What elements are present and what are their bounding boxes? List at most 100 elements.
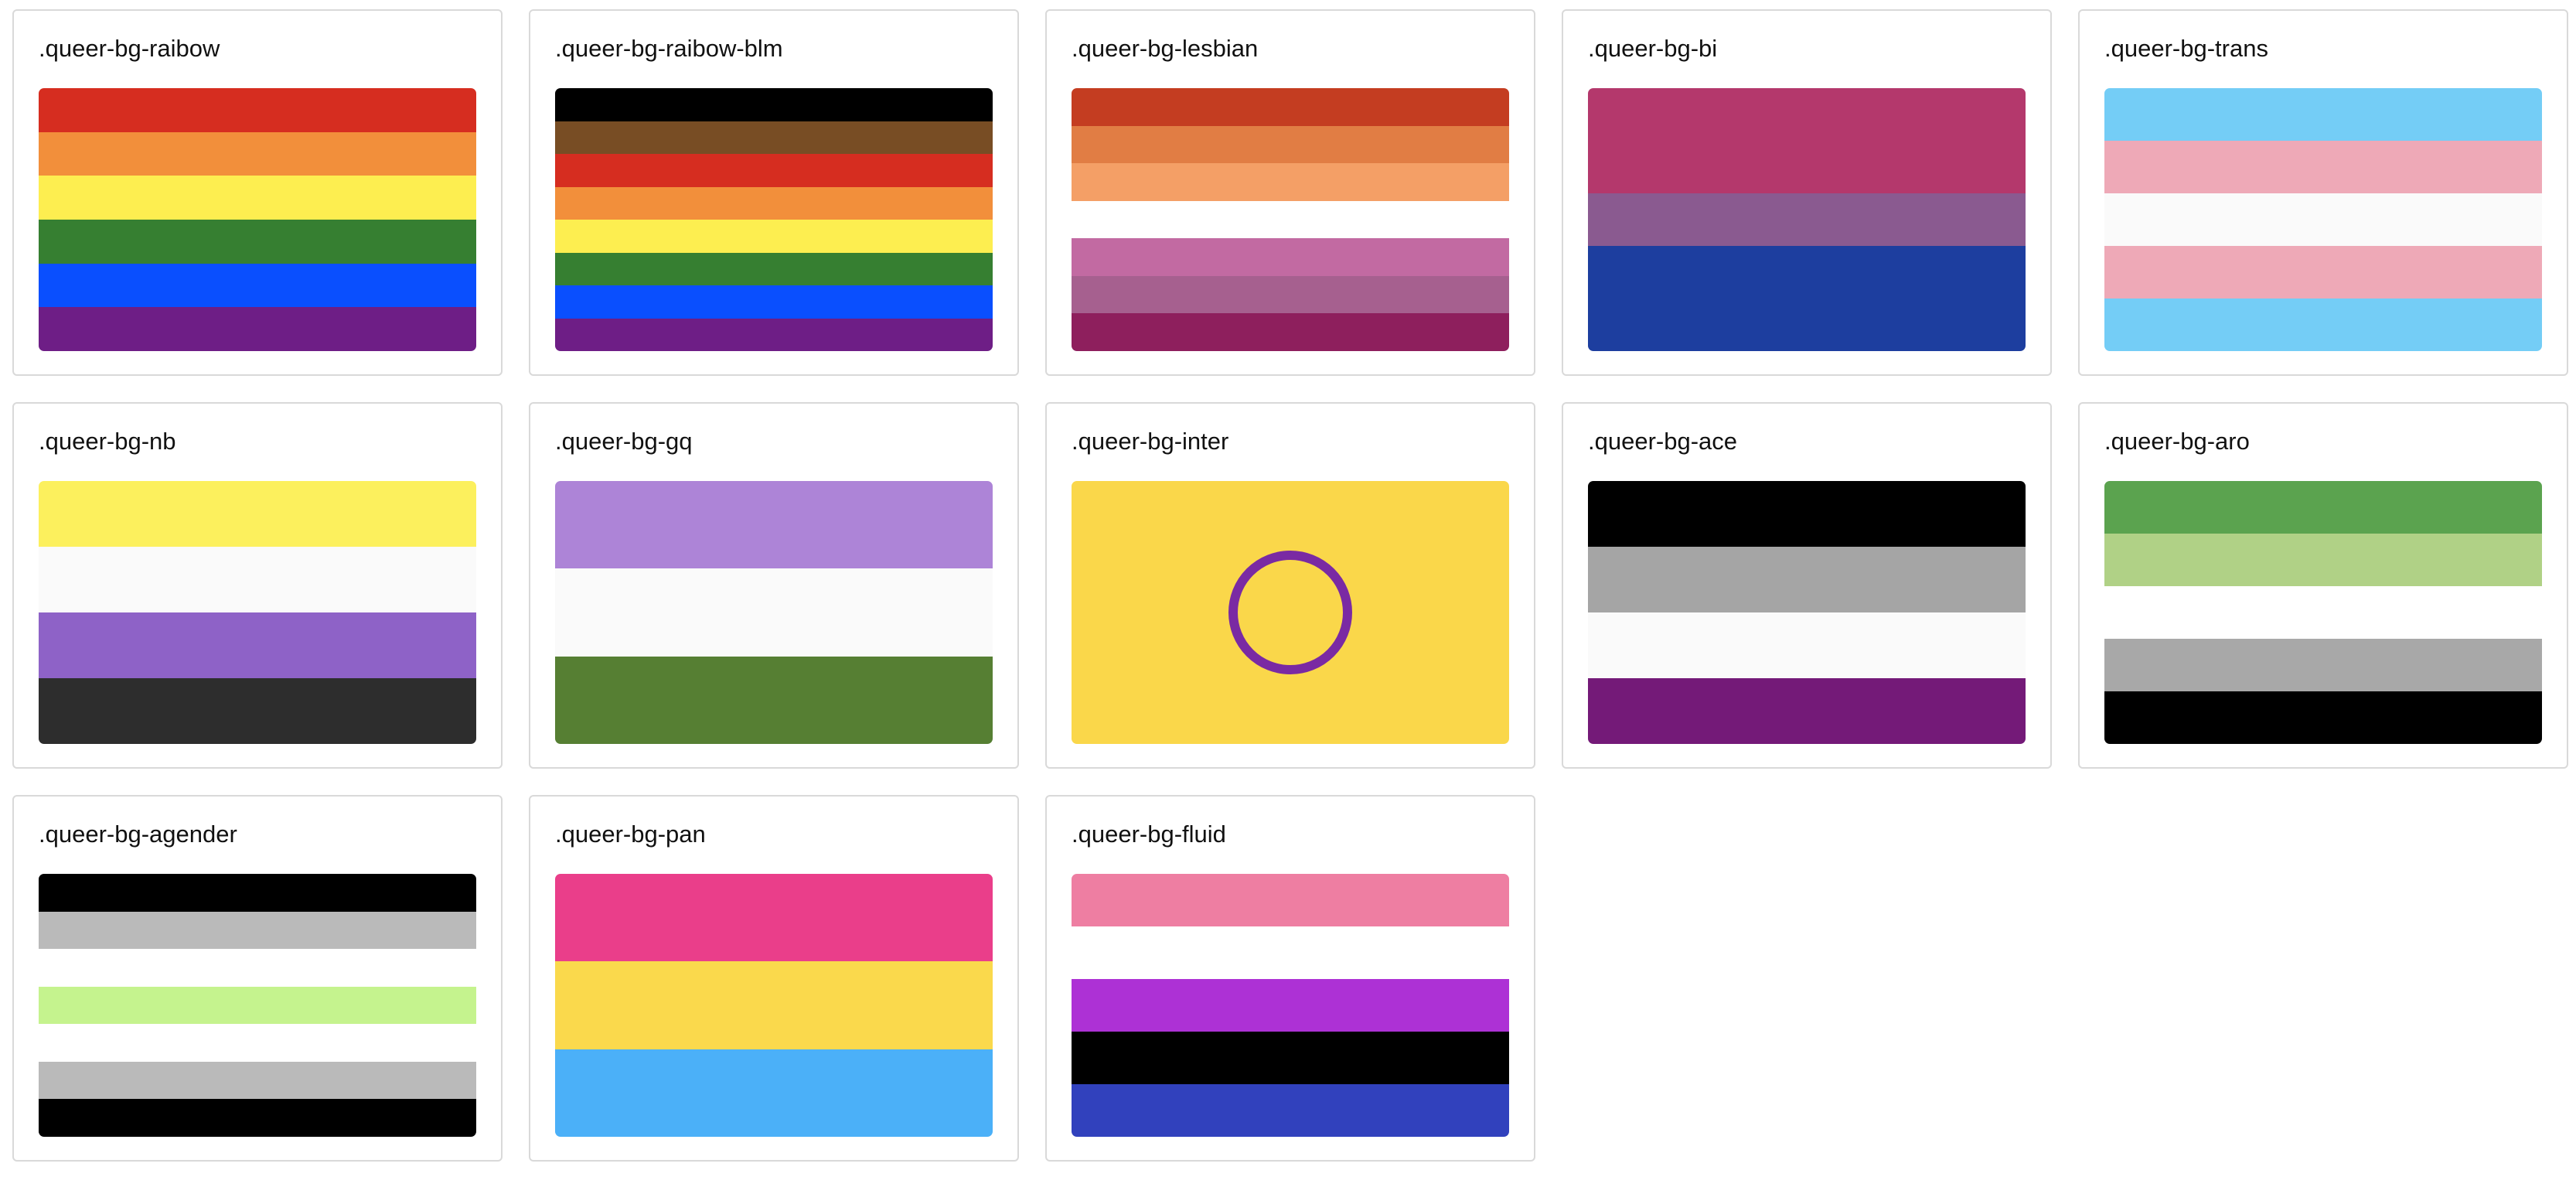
flag-card-gq: .queer-bg-gq [529,402,1019,769]
flag-stripe [1072,200,1509,239]
flag-stripe [2104,246,2542,299]
flag-class-label: .queer-bg-fluid [1072,820,1226,848]
flag-class-label: .queer-bg-inter [1072,428,1229,455]
flag-card-ace: .queer-bg-ace [1562,402,2052,769]
flag-class-label: .queer-bg-aro [2104,428,2250,455]
flag-stripe [39,547,476,612]
flag-class-label: .queer-bg-bi [1588,35,1718,62]
flag-stripe [39,481,476,547]
pan-flag-swatch [555,874,993,1137]
flag-stripe [1588,481,2026,547]
lesbian-flag-swatch [1072,88,1509,351]
flag-stripe [1072,1032,1509,1084]
bi-flag-swatch [1588,88,2026,351]
flag-stripe [2104,88,2542,141]
flag-stripe [2104,639,2542,691]
flag-card-fluid: .queer-bg-fluid [1045,795,1535,1162]
flag-stripe [1588,246,2026,299]
flag-stripe [39,1061,476,1100]
flag-stripe [555,252,993,285]
flag-stripe [555,285,993,319]
flag-stripe [1072,1084,1509,1137]
flag-stripe [555,88,993,121]
flag-card-agender: .queer-bg-agender [12,795,503,1162]
flag-stripe [1072,979,1509,1032]
flag-stripe [2104,299,2542,351]
flag-stripe [555,568,993,657]
flag-card-lesbian: .queer-bg-lesbian [1045,9,1535,376]
flag-stripe [1588,88,2026,141]
flag-stripe [39,678,476,744]
flag-stripe [39,612,476,678]
flag-class-label: .queer-bg-ace [1588,428,1738,455]
inter-flag-swatch [1072,481,1509,744]
flag-stripe [39,263,476,308]
flag-stripe [1588,299,2026,351]
flag-stripe [1588,141,2026,193]
flag-stripe [39,1099,476,1137]
flag-class-label: .queer-bg-lesbian [1072,35,1259,62]
flag-stripe [1072,275,1509,314]
flag-card-aro: .queer-bg-aro [2078,402,2568,769]
flag-stripe [39,131,476,176]
flag-stripe [1072,874,1509,926]
flag-card-nb: .queer-bg-nb [12,402,503,769]
flag-stripe [555,1049,993,1137]
flag-stripe [555,121,993,154]
flag-stripe [39,220,476,264]
flag-class-label: .queer-bg-raibow-blm [555,35,783,62]
flag-stripe [1072,88,1509,126]
flag-stripe [2104,586,2542,639]
flag-stripe [1072,926,1509,979]
flag-stripe [1588,612,2026,678]
flag-stripe [1588,193,2026,246]
flag-stripe [39,1024,476,1062]
fluid-flag-swatch [1072,874,1509,1137]
flag-card-inter: .queer-bg-inter [1045,402,1535,769]
flag-class-label: .queer-bg-gq [555,428,693,455]
flag-stripe [1072,125,1509,164]
flag-stripe [2104,141,2542,193]
flag-stripe [1072,238,1509,276]
flag-stripe [555,186,993,220]
flag-card-bi: .queer-bg-bi [1562,9,2052,376]
flag-class-label: .queer-bg-pan [555,820,706,848]
flag-card-raibow-blm: .queer-bg-raibow-blm [529,9,1019,376]
flag-stripe [39,911,476,950]
flag-stripe [2104,691,2542,744]
flag-stripe [39,88,476,132]
flag-card-raibow: .queer-bg-raibow [12,9,503,376]
flag-stripe [39,176,476,220]
flag-class-label: .queer-bg-raibow [39,35,220,62]
flag-stripe [1072,163,1509,201]
flag-stripe [39,986,476,1025]
aro-flag-swatch [2104,481,2542,744]
flag-stripe [555,961,993,1049]
flag-stripe [2104,534,2542,586]
gq-flag-swatch [555,481,993,744]
flag-grid: .queer-bg-raibow .queer-bg-raibow-blm .q… [12,9,2568,1162]
flag-stripe [1072,313,1509,351]
agender-flag-swatch [39,874,476,1137]
flag-card-pan: .queer-bg-pan [529,795,1019,1162]
flag-stripe [555,481,993,569]
raibow-blm-flag-swatch [555,88,993,351]
ring-icon [1228,551,1352,674]
flag-stripe [39,874,476,912]
flag-stripe [1588,678,2026,744]
flag-class-label: .queer-bg-trans [2104,35,2268,62]
flag-stripe [555,318,993,351]
ace-flag-swatch [1588,481,2026,744]
raibow-flag-swatch [39,88,476,351]
flag-card-trans: .queer-bg-trans [2078,9,2568,376]
nb-flag-swatch [39,481,476,744]
trans-flag-swatch [2104,88,2542,351]
flag-stripe [39,307,476,351]
flag-stripe [555,154,993,187]
flag-stripe [2104,481,2542,534]
flag-stripe [555,874,993,962]
flag-class-label: .queer-bg-nb [39,428,176,455]
flag-stripe [555,656,993,744]
flag-stripe [2104,193,2542,246]
flag-class-label: .queer-bg-agender [39,820,237,848]
